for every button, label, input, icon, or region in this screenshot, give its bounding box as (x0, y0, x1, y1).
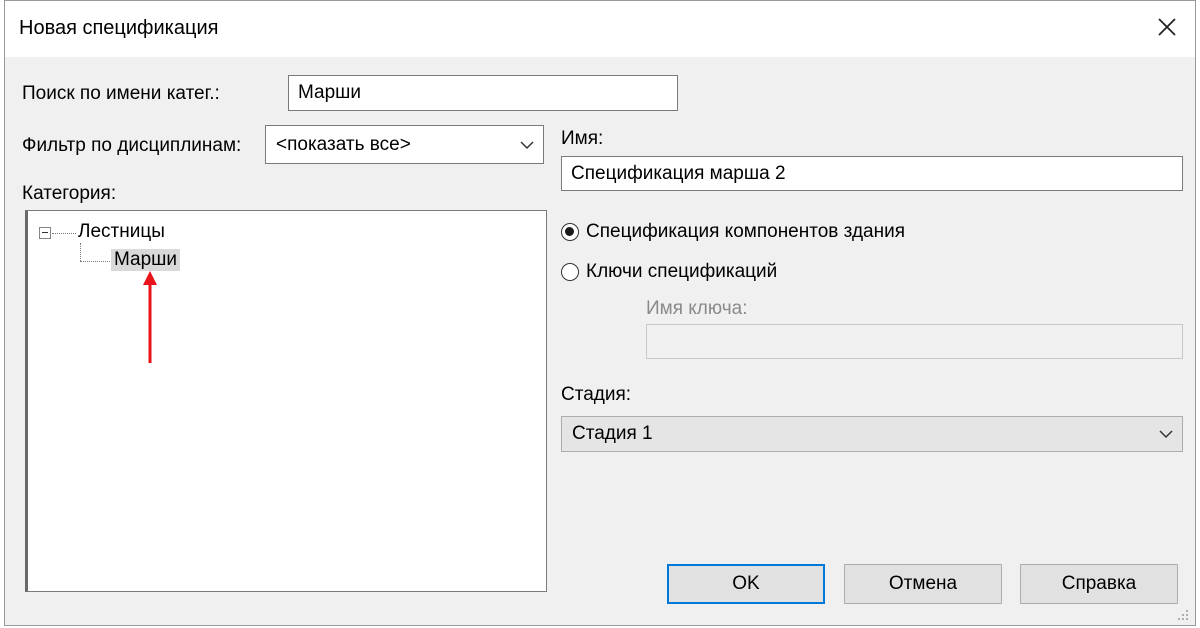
search-input-value: Марши (298, 82, 362, 103)
key-name-label: Имя ключа: (646, 298, 748, 319)
annotation-arrow-icon (143, 271, 157, 363)
key-name-input (646, 324, 1183, 359)
name-label: Имя: (561, 128, 604, 149)
title-bar: Новая спецификация (5, 1, 1195, 57)
category-label: Категория: (22, 183, 117, 204)
close-button[interactable] (1153, 13, 1181, 41)
chevron-down-icon (520, 140, 534, 149)
radio-building-components[interactable]: Спецификация компонентов здания (561, 221, 905, 243)
radio-schedule-keys[interactable]: Ключи спецификаций (561, 261, 777, 283)
filter-dropdown[interactable]: <показать все> (265, 125, 544, 164)
tree-connector (52, 233, 76, 234)
category-tree[interactable]: Лестницы Марши (25, 210, 547, 592)
tree-connector (80, 243, 81, 261)
phase-dropdown[interactable]: Стадия 1 (561, 416, 1183, 452)
tree-node-runs[interactable]: Марши (111, 249, 181, 271)
radio-building-components-label: Спецификация компонентов здания (586, 221, 906, 242)
name-input-value: Спецификация марша 2 (571, 162, 786, 184)
filter-label: Фильтр по дисциплинам: (22, 135, 242, 156)
resize-grip-icon[interactable] (1177, 609, 1189, 621)
chevron-down-icon (1159, 430, 1173, 439)
radio-selected-icon (561, 223, 579, 241)
cancel-button[interactable]: Отмена (844, 564, 1002, 604)
ok-button[interactable]: OK (667, 564, 825, 604)
search-label: Поиск по имени катег.: (22, 83, 220, 104)
phase-label: Стадия: (561, 384, 632, 405)
tree-connector (80, 261, 110, 262)
filter-selected-value: <показать все> (276, 133, 411, 155)
search-input[interactable]: Марши (288, 75, 678, 111)
dialog-title: Новая спецификация (19, 17, 219, 39)
ok-button-label: OK (732, 573, 760, 594)
phase-selected-value: Стадия 1 (572, 423, 653, 444)
close-icon (1158, 18, 1176, 36)
radio-schedule-keys-label: Ключи спецификаций (586, 261, 778, 282)
tree-node-stairs[interactable]: Лестницы (75, 221, 168, 243)
cancel-button-label: Отмена (888, 573, 958, 594)
name-input[interactable]: Спецификация марша 2 (561, 156, 1183, 191)
help-button-label: Справка (1061, 573, 1137, 594)
radio-unselected-icon (561, 263, 579, 281)
new-schedule-dialog: Новая спецификация Поиск по имени катег.… (4, 0, 1196, 626)
collapse-node-icon[interactable] (39, 227, 51, 239)
help-button[interactable]: Справка (1020, 564, 1178, 604)
